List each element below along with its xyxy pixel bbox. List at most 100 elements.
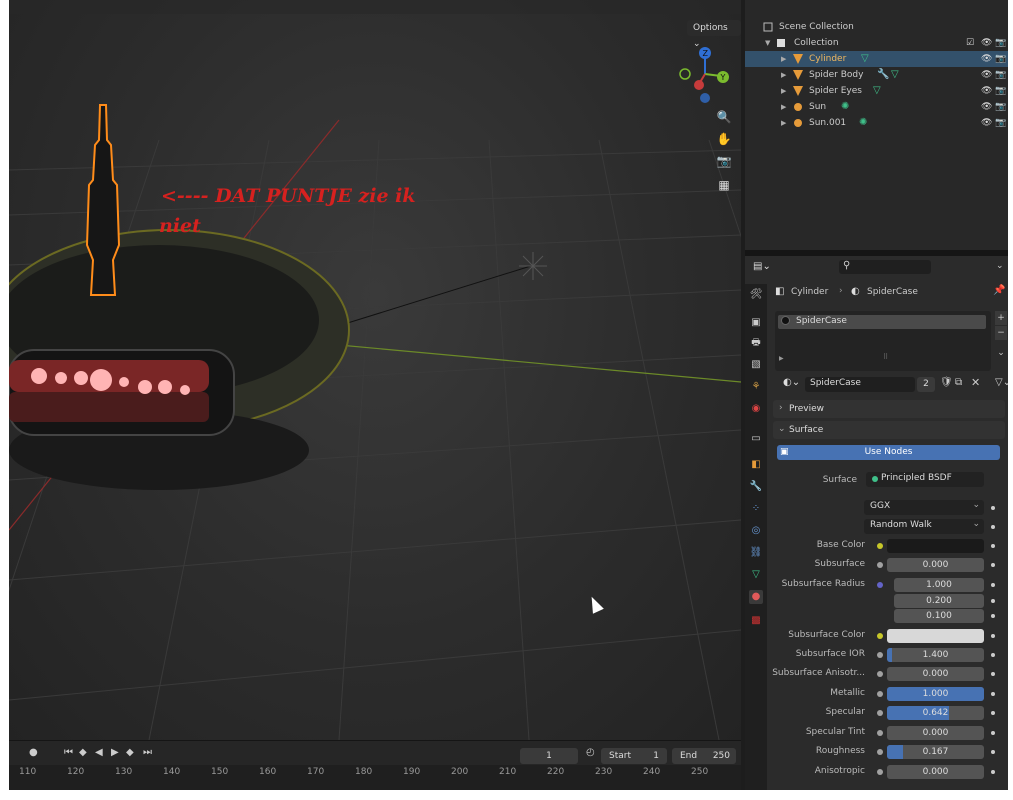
socket-icon[interactable] — [877, 652, 883, 658]
keyframe-dot[interactable] — [991, 653, 995, 657]
socket-icon[interactable] — [877, 562, 883, 568]
view-layer-tab-icon[interactable]: ▧ — [749, 358, 763, 372]
keyframe-dot[interactable] — [991, 563, 995, 567]
slot-menu-button[interactable]: ⌄ — [995, 346, 1007, 360]
material-slot-row[interactable]: SpiderCase — [778, 315, 986, 329]
keyframe-dot[interactable] — [991, 544, 995, 548]
scene-tab-icon[interactable]: ⚘ — [749, 380, 763, 394]
expand-triangle-icon[interactable]: ▶ — [781, 51, 786, 67]
outliner-row-spider-body[interactable]: ▶ Spider Body 🔧 ▽ 👁 📷 — [745, 67, 1008, 83]
eye-icon[interactable]: 👁 — [981, 67, 992, 83]
data-tab-icon[interactable]: ▽ — [749, 568, 763, 582]
play-icon[interactable]: ▶ — [111, 747, 119, 758]
keyframe-dot[interactable] — [991, 692, 995, 696]
eye-icon[interactable]: 👁 — [981, 51, 992, 67]
outliner-row-sun[interactable]: ▶ Sun ✺ 👁 📷 — [745, 99, 1008, 115]
play-reverse-icon[interactable]: ◀ — [95, 747, 103, 758]
clock-icon[interactable]: ◴ — [586, 747, 595, 758]
keyframe-dot[interactable] — [991, 750, 995, 754]
unlink-close-icon[interactable]: ✕ — [971, 376, 980, 389]
material-name-field[interactable]: SpiderCase — [805, 377, 915, 392]
outliner-row-scene-collection[interactable]: Scene Collection — [745, 19, 1008, 35]
world-tab-icon[interactable]: ◉ — [749, 402, 763, 416]
keyframe-dot[interactable] — [991, 770, 995, 774]
outliner-row-sun-001[interactable]: ▶ Sun.001 ✺ 👁 📷 — [745, 115, 1008, 131]
keyframe-dot-icon[interactable]: ● — [29, 747, 38, 758]
mesh-data-icon[interactable]: ▽ — [861, 51, 869, 67]
keyframe-dot[interactable] — [991, 731, 995, 735]
options-dropdown[interactable]: Options ⌄ — [687, 20, 741, 49]
mesh-data-icon[interactable]: ▽ — [891, 67, 899, 83]
value-slider[interactable]: 0.100 — [894, 609, 984, 623]
keyframe-dot[interactable] — [991, 672, 995, 676]
socket-icon[interactable] — [877, 769, 883, 775]
keyframe-dot[interactable] — [991, 614, 995, 618]
render-tab-icon[interactable]: ▣ — [749, 316, 763, 330]
value-slider[interactable]: 1.000 — [894, 578, 984, 592]
preview-panel-header[interactable]: › Preview — [773, 400, 1005, 418]
expand-triangle-icon[interactable]: ▶ — [781, 115, 786, 131]
socket-icon[interactable] — [877, 671, 883, 677]
properties-search-input[interactable]: ⚲ — [839, 260, 931, 274]
keyframe-dot[interactable] — [991, 599, 995, 603]
eye-icon[interactable]: 👁 — [981, 115, 992, 131]
keyframe-dot[interactable] — [991, 711, 995, 715]
start-frame-field[interactable]: Start 1 — [601, 748, 667, 764]
socket-icon[interactable] — [877, 710, 883, 716]
expand-triangle-icon[interactable]: ▼ — [765, 35, 770, 51]
outliner-row-spider-eyes[interactable]: ▶ Spider Eyes ▽ 👁 📷 — [745, 83, 1008, 99]
current-frame-field[interactable]: 1 — [520, 748, 578, 764]
outliner[interactable]: Scene Collection ▼ Collection ☑ 👁 📷 ▶ Cy… — [745, 0, 1008, 250]
end-frame-field[interactable]: End 250 — [672, 748, 736, 764]
keyframe-dot[interactable] — [991, 506, 995, 510]
distribution-dropdown[interactable]: GGX ⌄ — [864, 500, 984, 515]
fake-user-shield-icon[interactable]: 🛡 — [940, 377, 953, 388]
list-expand-icon[interactable]: ▶ — [779, 355, 784, 362]
add-slot-button[interactable]: + — [995, 311, 1007, 325]
socket-icon[interactable] — [877, 691, 883, 697]
output-tab-icon[interactable]: 🖶 — [749, 336, 763, 350]
modifier-wrench-icon[interactable]: 🔧 — [877, 67, 889, 83]
jump-end-icon[interactable]: ⏭ — [143, 747, 152, 758]
user-count-badge[interactable]: 2 — [917, 377, 935, 392]
eye-icon[interactable]: 👁 — [981, 99, 992, 115]
eye-icon[interactable]: 👁 — [981, 83, 992, 99]
pin-icon[interactable]: 📌 — [993, 285, 1005, 296]
outliner-row-cylinder[interactable]: ▶ Cylinder ▽ 👁 📷 — [745, 51, 1008, 67]
value-slider[interactable]: 0.000 — [887, 765, 984, 779]
perspective-grid-icon[interactable]: ▦ — [715, 176, 733, 194]
camera-icon[interactable]: 📷 — [995, 115, 1006, 131]
value-slider[interactable]: 0.000 — [887, 558, 984, 572]
camera-icon[interactable]: 📷 — [995, 35, 1006, 51]
keyframe-dot[interactable] — [991, 583, 995, 587]
socket-icon[interactable] — [877, 633, 883, 639]
value-slider[interactable]: 0.000 — [887, 667, 984, 681]
socket-icon[interactable] — [877, 543, 883, 549]
constraints-tab-icon[interactable]: ⛓ — [749, 546, 763, 560]
modifier-tab-icon[interactable]: 🔧 — [749, 480, 763, 494]
sun-data-icon[interactable]: ✺ — [841, 99, 849, 115]
navigation-gizmo[interactable]: Z Y — [677, 46, 737, 106]
mesh-data-icon[interactable]: ▽ — [873, 83, 881, 99]
texture-tab-icon[interactable]: ▩ — [749, 614, 763, 628]
keyframe-dot[interactable] — [991, 525, 995, 529]
pan-hand-icon[interactable]: ✋ — [715, 130, 733, 148]
object-tab-icon[interactable]: ◧ — [749, 458, 763, 472]
zoom-icon[interactable]: 🔍 — [715, 108, 733, 126]
camera-icon[interactable]: 📷 — [995, 83, 1006, 99]
camera-icon[interactable]: 📷 — [995, 99, 1006, 115]
value-slider[interactable]: 0.000 — [887, 726, 984, 740]
resize-grip-icon[interactable]: ⠿ — [883, 353, 888, 361]
keyframe-dot[interactable] — [991, 634, 995, 638]
tool-tab-icon[interactable]: 🛠 — [749, 288, 763, 302]
3d-viewport[interactable]: Options ⌄ Z Y 🔍 ✋ 📷 ▦ <---- DAT PUNTJE z… — [9, 0, 741, 740]
material-link-icon[interactable]: ▽⌄ — [995, 377, 1008, 388]
expand-triangle-icon[interactable]: ▶ — [781, 67, 786, 83]
value-slider[interactable]: 0.167 — [887, 745, 984, 759]
material-tab-icon[interactable]: ● — [749, 590, 763, 604]
color-swatch[interactable] — [887, 629, 984, 643]
socket-icon[interactable] — [877, 730, 883, 736]
next-keyframe-icon[interactable]: ◆ — [126, 747, 134, 758]
physics-tab-icon[interactable]: ◎ — [749, 524, 763, 538]
collection-tab-icon[interactable]: ▭ — [749, 432, 763, 446]
